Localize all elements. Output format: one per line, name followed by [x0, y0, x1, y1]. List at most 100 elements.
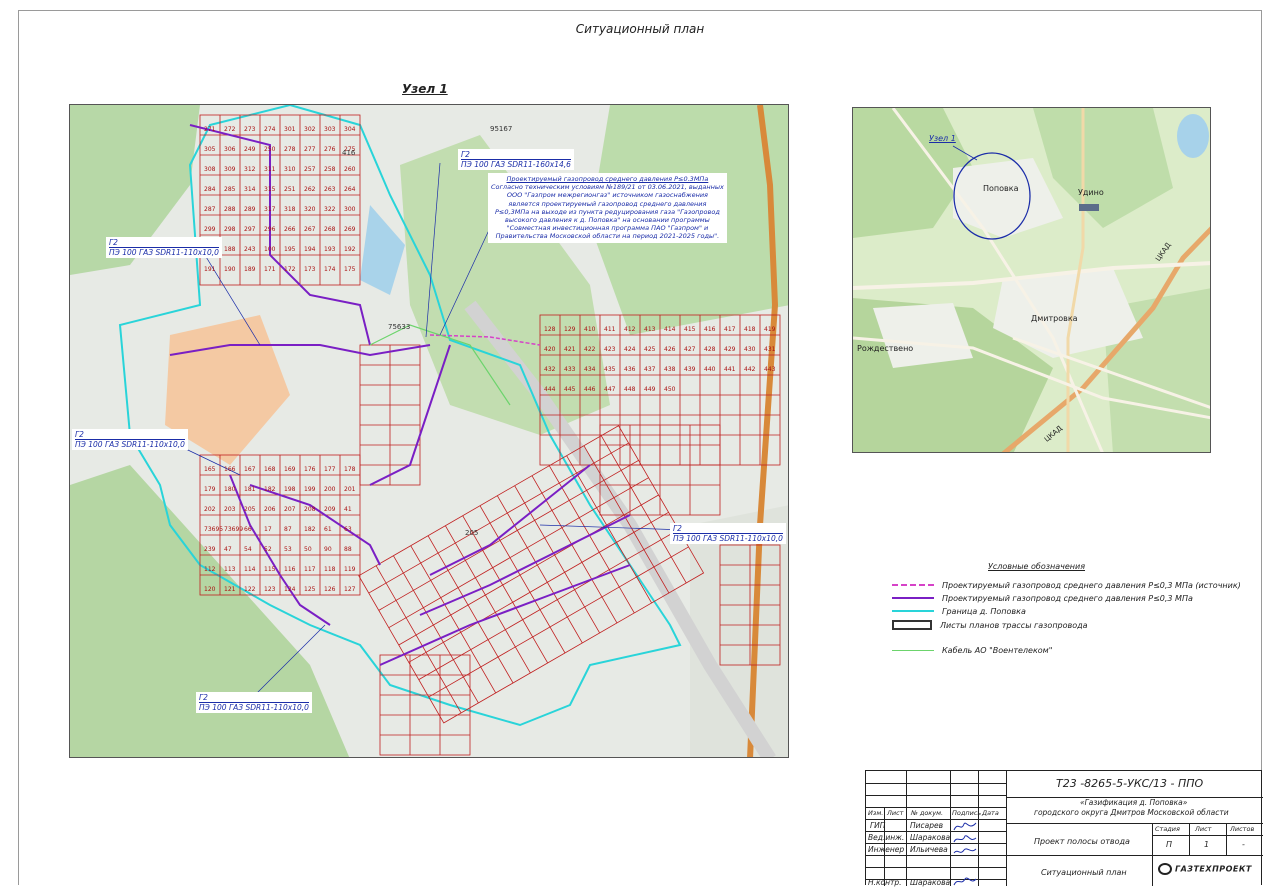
sheet-number: 1: [1204, 840, 1210, 849]
parcel-number: 444: [544, 386, 556, 393]
parcel-number: 440: [704, 366, 716, 373]
stage-header-sheets: Листов: [1230, 825, 1255, 833]
parcel-number: 41: [344, 506, 352, 513]
pipe-callout-2-code: Г2: [109, 238, 118, 247]
cadastral-area-number: 416: [342, 149, 356, 157]
pipe-callout-5: Г2 ПЭ 100 ГАЗ SDR11-110х10,0: [196, 692, 312, 713]
parcel-number: 122: [244, 586, 256, 593]
parcel-number: 427: [684, 346, 696, 353]
parcel-number: 450: [664, 386, 676, 393]
parcel-number: 90: [324, 546, 332, 553]
parcel-number: 88: [344, 546, 352, 553]
legend-swatch: [892, 610, 934, 612]
parcel-number: 269: [344, 226, 356, 233]
parcel-number: 118: [324, 566, 336, 573]
parcel-number: 449: [644, 386, 656, 393]
pipe-callout-2: Г2 ПЭ 100 ГАЗ SDR11-110х10,0: [106, 237, 222, 258]
role-engineer: Инженер: [868, 845, 905, 854]
parcel-number: 202: [204, 506, 216, 513]
parcel-number: 189: [244, 266, 256, 273]
parcel-number: 302: [304, 126, 316, 133]
parcel-number: 446: [584, 386, 596, 393]
parcel-number: 422: [584, 346, 596, 353]
parcel-number: 423: [604, 346, 616, 353]
parcel-number: 273: [244, 126, 256, 133]
cadastral-area-number: 205: [465, 529, 478, 537]
inset-udino-label: Удино: [1078, 188, 1104, 197]
parcel-number: 120: [204, 586, 216, 593]
parcel-number: 127: [344, 586, 356, 593]
signature-gip: [953, 822, 977, 831]
parcel-number: 298: [224, 226, 236, 233]
parcel-number: 303: [324, 126, 336, 133]
parcel-number: 63: [344, 526, 352, 533]
parcel-number: 268: [324, 226, 336, 233]
parcel-number: 284: [204, 186, 216, 193]
parcel-number: 314: [244, 186, 256, 193]
parcel-number: 425: [644, 346, 656, 353]
stage-value: П: [1166, 840, 1173, 849]
parcel-number: 251: [284, 186, 296, 193]
parcel-number: 168: [264, 466, 276, 473]
inset-rozhdestveno-label: Рождествено: [857, 344, 914, 353]
parcel-number: 414: [664, 326, 676, 333]
parcel-number: 47: [224, 546, 232, 553]
name-engineer: Ильичева: [910, 845, 948, 854]
parcel-number: 412: [624, 326, 636, 333]
parcel-number: 100: [264, 246, 276, 253]
parcel-number: 287: [204, 206, 216, 213]
parcel-number: 115: [264, 566, 276, 573]
cadastral-area-number: 75633: [388, 323, 410, 331]
col-header-list: Лист: [887, 809, 904, 817]
parcel-number: 312: [244, 166, 256, 173]
document-code: Т23 -8265-5-УКС/13 - ППО: [1056, 777, 1204, 790]
parcel-number: 410: [584, 326, 596, 333]
parcel-number: 243: [244, 246, 256, 253]
parcel-number: 239: [204, 546, 216, 553]
parcel-number: 428: [704, 346, 716, 353]
legend-swatch: [892, 597, 934, 599]
parcel-number: 250: [264, 146, 276, 153]
parcel-number: 129: [564, 326, 576, 333]
parcel-number: 126: [324, 586, 336, 593]
main-situation-map[interactable]: 271 272 273 274 301 302 303 304 305 306 249 250 278 2…: [69, 104, 789, 758]
parcel-number: 426: [664, 346, 676, 353]
legend-swatch: [892, 620, 932, 630]
stage-header-sheet: Лист: [1195, 825, 1212, 833]
parcel-number: 315: [264, 186, 276, 193]
parcel-number: 300: [344, 206, 356, 213]
legend-item-cable: Кабель АО "Воентелеком": [892, 644, 1052, 656]
parcel-number: 166: [224, 466, 236, 473]
parcel-number: 195: [284, 246, 296, 253]
parcel-number: 50: [304, 546, 312, 553]
note-line: высокого давления к д. Поповка" на основ…: [505, 216, 710, 225]
pipe-callout-3-spec: ПЭ 100 ГАЗ SDR11-110х10,0: [75, 439, 185, 449]
parcel-number: 191: [204, 266, 216, 273]
parcel-number: 443: [764, 366, 776, 373]
pipe-callout-1-code: Г2: [461, 150, 470, 159]
legend-label: Кабель АО "Воентелеком": [942, 645, 1053, 655]
legend-swatch: [892, 584, 934, 586]
parcel-number: 87: [284, 526, 292, 533]
parcel-number: 113: [224, 566, 236, 573]
parcel-number: 433: [564, 366, 576, 373]
pipe-callout-2-spec: ПЭ 100 ГАЗ SDR11-110х10,0: [109, 247, 219, 257]
parcel-number: 278: [284, 146, 296, 153]
parcel-number: 73699: [224, 526, 243, 533]
parcel-number: 320: [304, 206, 316, 213]
parcel-number: 271: [204, 126, 216, 133]
parcel-number: 192: [344, 246, 356, 253]
parcel-number: 112: [204, 566, 216, 573]
pipe-callout-4: Г2 ПЭ 100 ГАЗ SDR11-110х10,0: [670, 523, 786, 544]
parcel-number: 277: [304, 146, 316, 153]
parcel-number: 180: [224, 486, 236, 493]
company-logo-icon: [1158, 863, 1172, 875]
location-inset-map[interactable]: Узел 1 Поповка Удино Рождествено Дмитров…: [852, 107, 1211, 453]
parcel-number: 201: [344, 486, 356, 493]
stage-header-stage: Стадия: [1155, 825, 1180, 833]
parcel-number: 206: [264, 506, 276, 513]
parcel-number: 447: [604, 386, 616, 393]
company-name: ГАЗТЕХПРОЕКТ: [1175, 864, 1252, 874]
node-title: Узел 1: [402, 82, 448, 96]
parcel-number: 301: [284, 126, 296, 133]
